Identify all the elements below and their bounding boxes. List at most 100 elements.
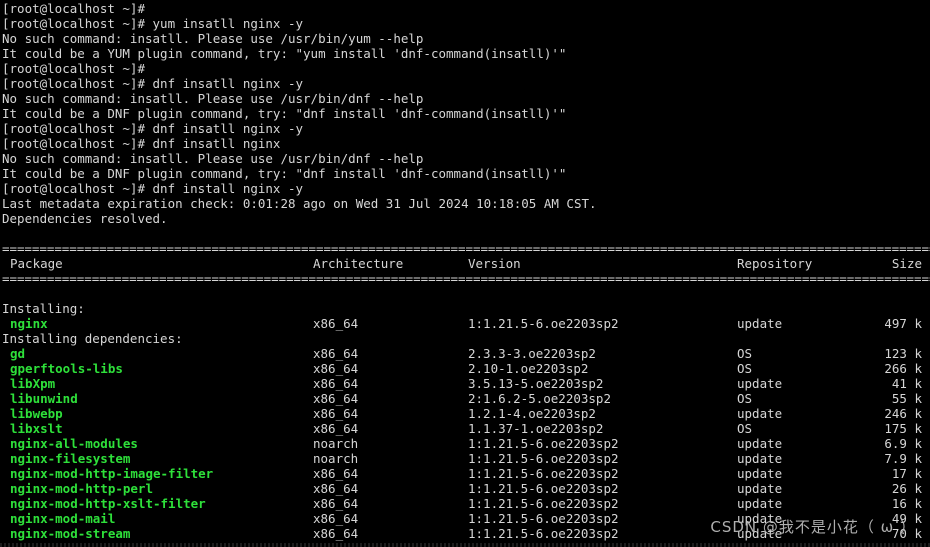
cell-architecture: x86_64 [313, 376, 359, 391]
csdn-watermark: CSDN @我不是小花（ ω ） [710, 518, 916, 536]
section-label-installing: Installing: [2, 301, 85, 316]
header-architecture: Architecture [313, 256, 404, 271]
cell-repository: OS [737, 391, 753, 406]
cell-package: libwebp [10, 406, 63, 421]
cell-size: 55 k [891, 391, 922, 406]
cell-size: 175 k [884, 421, 922, 436]
table-row: libxslt x86_64 1.1.37-1.oe2203sp2 OS 175… [2, 421, 930, 436]
cell-version: 1:1.21.5-6.oe2203sp2 [468, 466, 619, 481]
cell-package: gd [10, 346, 26, 361]
terminal-line: [root@localhost ~]# [2, 1, 145, 16]
terminal-window[interactable]: [root@localhost ~]# [root@localhost ~]# … [0, 0, 930, 547]
table-separator-bottom: ========================================… [2, 271, 930, 286]
cell-architecture: x86_64 [313, 391, 359, 406]
cell-repository: update [737, 496, 783, 511]
table-row: libwebp x86_64 1.2.1-4.oe2203sp2 update … [2, 406, 930, 421]
table-row: nginx-mod-http-xslt-filter x86_64 1:1.21… [2, 496, 930, 511]
cell-architecture: x86_64 [313, 466, 359, 481]
table-row: gd x86_64 2.3.3-3.oe2203sp2 OS 123 k [2, 346, 930, 361]
terminal-screen[interactable]: [root@localhost ~]# [root@localhost ~]# … [0, 0, 930, 547]
cell-size: 16 k [891, 496, 922, 511]
cell-package: libxslt [10, 421, 63, 436]
terminal-line: [root@localhost ~]# dnf insatll nginx -y [2, 121, 304, 136]
cell-repository: OS [737, 421, 753, 436]
terminal-line: Last metadata expiration check: 0:01:28 … [2, 196, 597, 211]
terminal-line: It could be a DNF plugin command, try: "… [2, 106, 567, 121]
cell-architecture: x86_64 [313, 316, 359, 331]
cell-size: 266 k [884, 361, 922, 376]
cell-architecture: noarch [313, 451, 359, 466]
terminal-line: [root@localhost ~]# yum insatll nginx -y [2, 16, 304, 31]
cell-package: gperftools-libs [10, 361, 123, 376]
cell-size: 246 k [884, 406, 922, 421]
terminal-line: [root@localhost ~]# dnf insatll nginx [2, 136, 281, 151]
cell-repository: update [737, 406, 783, 421]
table-header-row: Package Architecture Version Repository … [2, 256, 930, 271]
cell-repository: OS [737, 346, 753, 361]
cell-size: 497 k [884, 316, 922, 331]
cell-repository: update [737, 481, 783, 496]
cell-version: 1.1.37-1.oe2203sp2 [468, 421, 604, 436]
cell-architecture: noarch [313, 436, 359, 451]
cell-repository: update [737, 451, 783, 466]
terminal-line: [root@localhost ~]# [2, 61, 145, 76]
cell-package: nginx-mod-http-image-filter [10, 466, 214, 481]
cell-version: 1:1.21.5-6.oe2203sp2 [468, 451, 619, 466]
terminal-line: It could be a YUM plugin command, try: "… [2, 46, 567, 61]
cell-version: 1.2.1-4.oe2203sp2 [468, 406, 596, 421]
cell-version: 2.3.3-3.oe2203sp2 [468, 346, 596, 361]
table-row: nginx-all-modules noarch 1:1.21.5-6.oe22… [2, 436, 930, 451]
cell-architecture: x86_64 [313, 406, 359, 421]
cell-package: nginx-all-modules [10, 436, 138, 451]
terminal-line: It could be a DNF plugin command, try: "… [2, 166, 567, 181]
bottom-edge-decoration [0, 543, 930, 547]
cell-version: 1:1.21.5-6.oe2203sp2 [468, 526, 619, 541]
table-row: libXpm x86_64 3.5.13-5.oe2203sp2 update … [2, 376, 930, 391]
cell-version: 2.10-1.oe2203sp2 [468, 361, 589, 376]
cell-package: nginx [10, 316, 48, 331]
terminal-line: No such command: insatll. Please use /us… [2, 151, 424, 166]
cell-package: nginx-mod-http-perl [10, 481, 153, 496]
terminal-line: No such command: insatll. Please use /us… [2, 31, 424, 46]
terminal-line: Dependencies resolved. [2, 211, 168, 226]
cell-size: 7.9 k [884, 451, 922, 466]
cell-architecture: x86_64 [313, 361, 359, 376]
table-separator-top: ========================================… [2, 241, 930, 256]
cell-version: 1:1.21.5-6.oe2203sp2 [468, 316, 619, 331]
cell-architecture: x86_64 [313, 526, 359, 541]
cell-repository: update [737, 376, 783, 391]
cell-repository: update [737, 436, 783, 451]
cell-architecture: x86_64 [313, 481, 359, 496]
cell-version: 1:1.21.5-6.oe2203sp2 [468, 511, 619, 526]
table-row: nginx x86_64 1:1.21.5-6.oe2203sp2 update… [2, 316, 930, 331]
cell-version: 3.5.13-5.oe2203sp2 [468, 376, 604, 391]
cell-package: nginx-mod-mail [10, 511, 116, 526]
cell-size: 26 k [891, 481, 922, 496]
cell-repository: OS [737, 361, 753, 376]
header-repository: Repository [737, 256, 813, 271]
table-row: nginx-mod-http-image-filter x86_64 1:1.2… [2, 466, 930, 481]
table-row: nginx-mod-http-perl x86_64 1:1.21.5-6.oe… [2, 481, 930, 496]
header-version: Version [468, 256, 521, 271]
table-row: libunwind x86_64 2:1.6.2-5.oe2203sp2 OS … [2, 391, 930, 406]
cell-architecture: x86_64 [313, 496, 359, 511]
cell-package: libunwind [10, 391, 78, 406]
cell-repository: update [737, 316, 783, 331]
cell-architecture: x86_64 [313, 346, 359, 361]
header-size: Size [891, 256, 922, 271]
table-row: nginx-filesystem noarch 1:1.21.5-6.oe220… [2, 451, 930, 466]
cell-package: nginx-mod-stream [10, 526, 131, 541]
cell-version: 2:1.6.2-5.oe2203sp2 [468, 391, 611, 406]
cell-size: 41 k [891, 376, 922, 391]
cell-package: nginx-mod-http-xslt-filter [10, 496, 206, 511]
cell-version: 1:1.21.5-6.oe2203sp2 [468, 496, 619, 511]
section-label-dependencies: Installing dependencies: [2, 331, 183, 346]
terminal-line: [root@localhost ~]# dnf install nginx -y [2, 181, 304, 196]
cell-package: nginx-filesystem [10, 451, 131, 466]
cell-version: 1:1.21.5-6.oe2203sp2 [468, 481, 619, 496]
cell-size: 123 k [884, 346, 922, 361]
cell-architecture: x86_64 [313, 511, 359, 526]
cell-architecture: x86_64 [313, 421, 359, 436]
